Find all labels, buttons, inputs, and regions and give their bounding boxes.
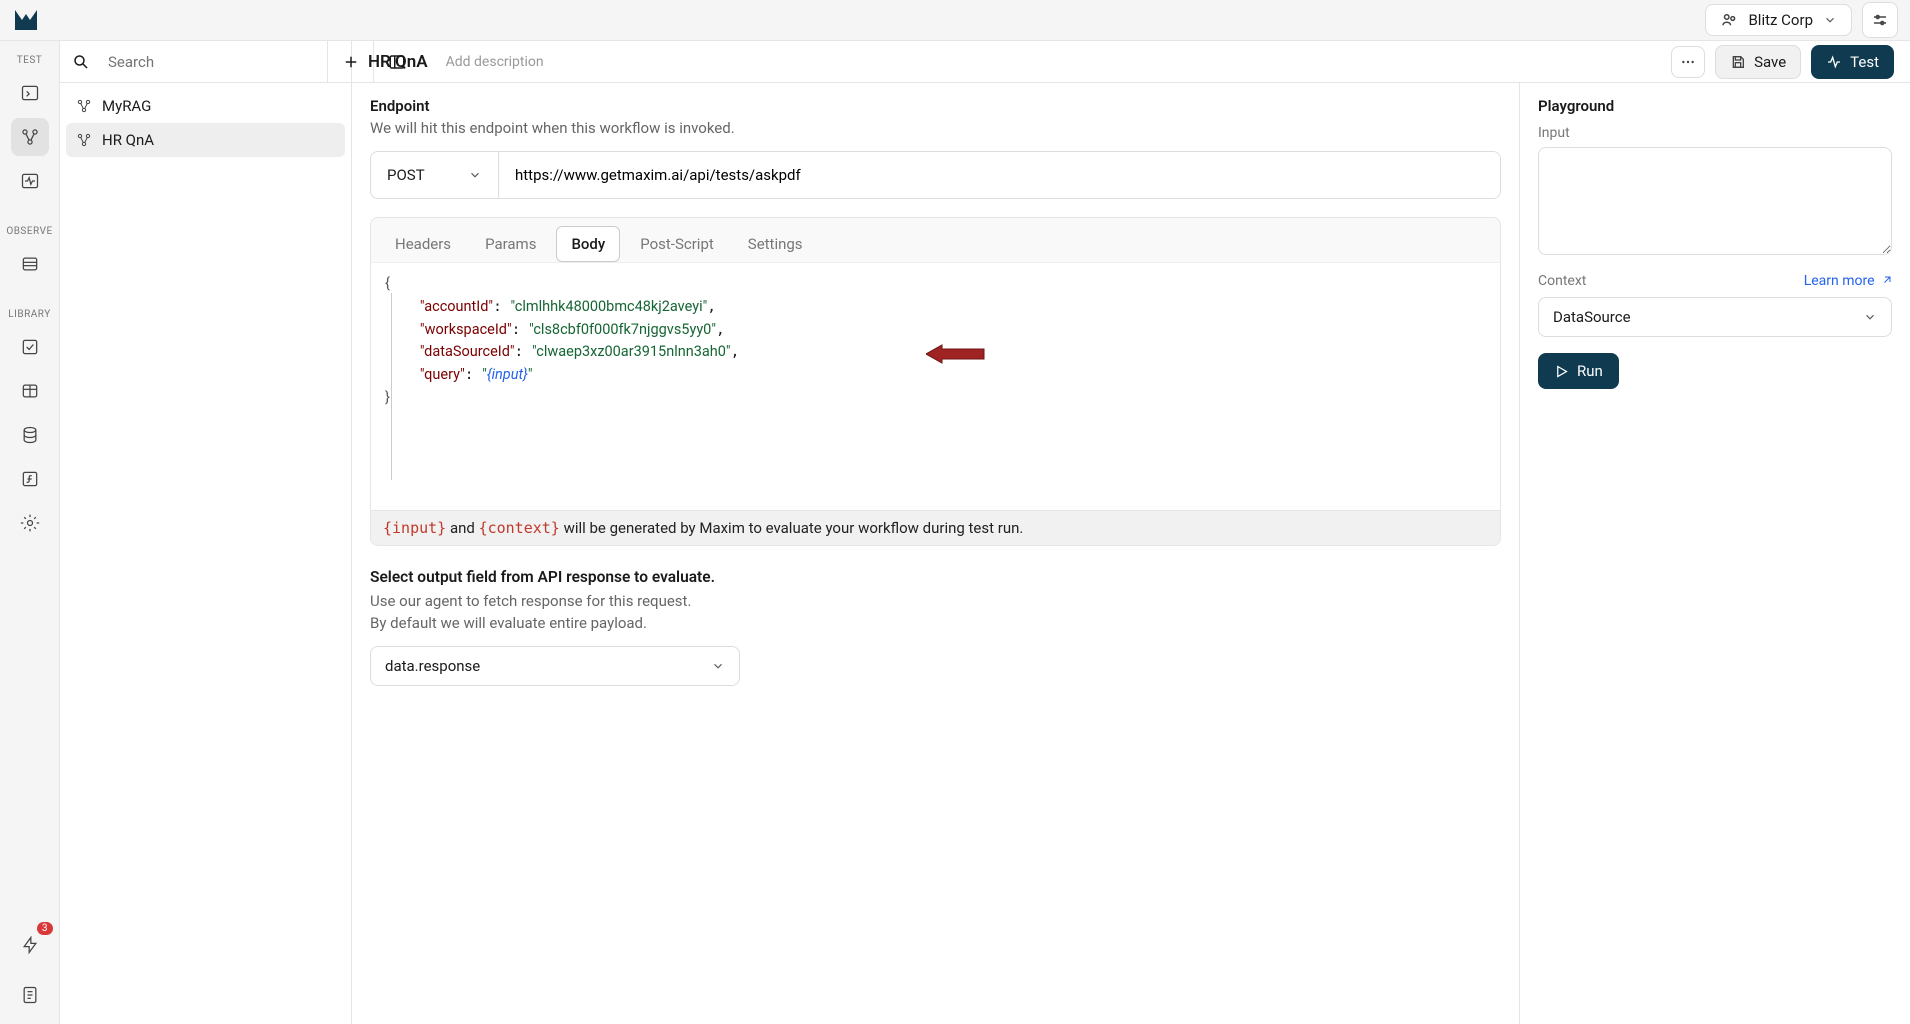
content: HR QnA Add description Save Test [352, 41, 1910, 1024]
playground-pane: Playground Input Context Learn more Data… [1520, 83, 1910, 1024]
rail-notifications-icon[interactable]: 3 [11, 926, 49, 964]
learn-more-link[interactable]: Learn more [1804, 273, 1892, 289]
left-rail: TEST OBSERVE LIBRARY [0, 41, 60, 1024]
output-sub2: By default we will evaluate entire paylo… [370, 614, 1501, 632]
output-sub1: Use our agent to fetch response for this… [370, 592, 1501, 610]
notification-badge: 3 [37, 922, 53, 935]
run-button[interactable]: Run [1538, 353, 1619, 389]
playground-title: Playground [1538, 97, 1892, 115]
more-button[interactable] [1671, 46, 1705, 78]
output-title: Select output field from API response to… [370, 568, 1501, 586]
rail-function-icon[interactable] [11, 460, 49, 498]
sidebar: MyRAG HR QnA [60, 41, 352, 1024]
activity-icon [1826, 54, 1842, 70]
page-title: HR QnA [368, 52, 428, 72]
method-select[interactable]: POST [371, 152, 499, 198]
app-logo[interactable] [12, 6, 40, 34]
test-button[interactable]: Test [1811, 45, 1894, 79]
datasource-select[interactable]: DataSource [1538, 297, 1892, 337]
rail-logs-icon[interactable] [11, 245, 49, 283]
tab-headers[interactable]: Headers [381, 227, 465, 261]
tab-post-script[interactable]: Post-Script [626, 227, 728, 261]
tab-settings[interactable]: Settings [734, 227, 817, 261]
tab-body[interactable]: Body [556, 226, 620, 262]
output-field-value: data.response [385, 657, 480, 675]
save-icon [1730, 54, 1746, 70]
run-label: Run [1577, 362, 1603, 380]
org-selector[interactable]: Blitz Corp [1705, 4, 1852, 36]
rail-gear-icon[interactable] [11, 504, 49, 542]
rail-table-icon[interactable] [11, 372, 49, 410]
pg-input[interactable] [1538, 147, 1892, 255]
method-value: POST [387, 166, 425, 184]
sidebar-item-hrqna[interactable]: HR QnA [66, 123, 345, 157]
body-editor[interactable]: { "accountId": "clmlhhk48000bmc48kj2avey… [371, 262, 1500, 510]
rail-section-observe: OBSERVE [6, 226, 52, 237]
topbar: Blitz Corp [0, 0, 1910, 40]
rail-terminal-icon[interactable] [11, 74, 49, 112]
dots-icon [1680, 54, 1696, 70]
add-description-link[interactable]: Add description [446, 54, 544, 70]
endpoint-subtitle: We will hit this endpoint when this work… [370, 119, 1501, 137]
chevron-down-icon [711, 659, 725, 673]
rail-docs-icon[interactable] [11, 976, 49, 1014]
pg-input-label: Input [1538, 125, 1892, 141]
hint-bar: {input} and {context} will be generated … [371, 510, 1500, 545]
datasource-value: DataSource [1553, 308, 1631, 326]
chevron-down-icon [1863, 310, 1877, 324]
sidebar-item-label: MyRAG [102, 97, 151, 115]
org-name: Blitz Corp [1748, 11, 1813, 29]
rail-workflow-icon[interactable] [11, 118, 49, 156]
sidebar-item-myrag[interactable]: MyRAG [66, 89, 345, 123]
rail-section-library: LIBRARY [8, 309, 50, 320]
output-field-select[interactable]: data.response [370, 646, 740, 686]
rail-section-test: TEST [17, 55, 43, 66]
url-input[interactable] [499, 152, 1500, 198]
rail-pulse-icon[interactable] [11, 162, 49, 200]
editor-pane: Endpoint We will hit this endpoint when … [352, 83, 1520, 1024]
tab-params[interactable]: Params [471, 227, 550, 261]
chevron-down-icon [468, 168, 482, 182]
external-link-icon [1880, 275, 1892, 287]
settings-button[interactable] [1862, 2, 1898, 38]
pg-context-label: Context [1538, 273, 1586, 289]
save-label: Save [1754, 53, 1786, 71]
arrow-annotation [926, 343, 986, 372]
save-button[interactable]: Save [1715, 45, 1801, 79]
test-label: Test [1850, 53, 1879, 71]
endpoint-title: Endpoint [370, 97, 1501, 115]
play-icon [1554, 364, 1569, 379]
rail-check-icon[interactable] [11, 328, 49, 366]
chevron-down-icon [1823, 13, 1837, 27]
rail-database-icon[interactable] [11, 416, 49, 454]
sidebar-item-label: HR QnA [102, 131, 154, 149]
search-input[interactable] [100, 53, 315, 71]
search-icon [72, 53, 90, 71]
